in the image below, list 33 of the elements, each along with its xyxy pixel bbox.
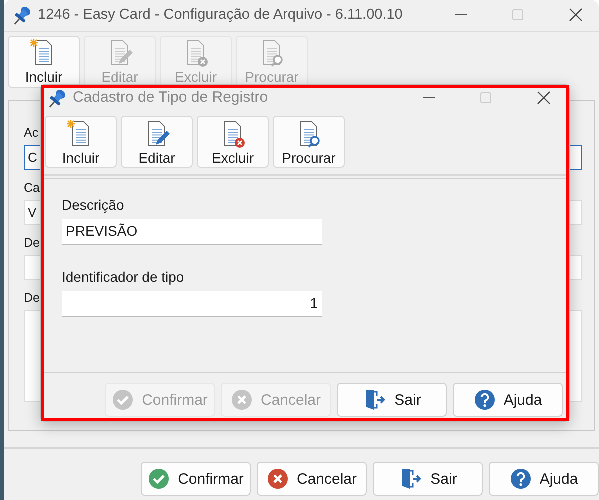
maximize-icon — [479, 90, 493, 104]
help-icon — [474, 389, 496, 411]
window-title: Cadastro de Tipo de Registro — [73, 89, 268, 106]
toolbar-button[interactable]: Excluir — [197, 116, 269, 168]
close-icon — [569, 8, 583, 22]
field-label: Ca — [24, 180, 40, 197]
action-button[interactable]: Cancelar — [257, 462, 367, 496]
check-icon — [112, 389, 134, 411]
field-label: Identificador de tipo — [62, 268, 186, 287]
help-icon — [510, 468, 532, 490]
field-label: De — [24, 290, 40, 307]
action-button[interactable]: Sair — [373, 462, 483, 496]
action-button[interactable]: Confirmar — [141, 462, 251, 496]
action-button[interactable]: Sair — [337, 383, 447, 417]
input-field[interactable]: 1 — [62, 291, 322, 317]
input-field[interactable]: PREVISÃO — [62, 219, 322, 245]
cancel-icon — [230, 389, 253, 411]
window-title: 1246 - Easy Card - Configuração de Arquivo - 6.11.00.10 — [38, 7, 403, 24]
maximize-icon — [511, 8, 525, 22]
check-icon — [148, 468, 170, 490]
close-icon — [537, 90, 551, 104]
field-label: Descrição — [62, 196, 126, 215]
cancel-icon — [266, 468, 289, 490]
action-button[interactable]: Ajuda — [453, 383, 563, 417]
field-label: De — [24, 234, 40, 252]
field-label: Ac — [24, 124, 39, 142]
toolbar-button[interactable]: Incluir — [8, 36, 80, 88]
minimize-icon — [455, 14, 467, 16]
toolbar-button[interactable]: Procurar — [273, 116, 345, 168]
action-button[interactable]: Ajuda — [489, 462, 599, 496]
minimize-icon — [423, 96, 435, 98]
toolbar-button[interactable]: Editar — [121, 116, 193, 168]
toolbar-button[interactable]: Incluir — [45, 116, 117, 168]
